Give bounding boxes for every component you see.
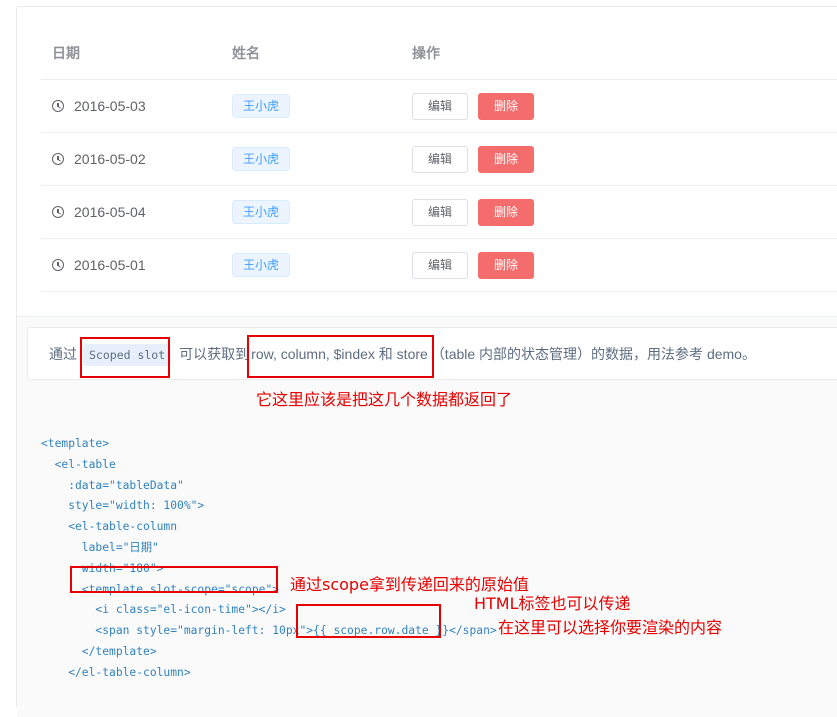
clock-icon	[52, 259, 64, 271]
code-line: <template>	[41, 437, 110, 450]
table-row: 2016-05-02 王小虎 编辑 删除	[41, 133, 837, 186]
description-middle: 可以获取到	[179, 346, 250, 362]
table-header: 日期 姓名 操作	[41, 27, 837, 80]
code-line: <el-table-column	[41, 520, 178, 534]
demo-source: 日期 姓名 操作 2016-05-03 王小虎 编辑 删除 2016-05-02 王小虎编…	[17, 7, 837, 316]
highlight-box-scope-row-date	[296, 604, 441, 638]
code-line: :data="tableData"	[41, 478, 184, 492]
column-header-name: 姓名	[232, 45, 260, 61]
data-table: 日期 姓名 操作 2016-05-03 王小虎 编辑 删除 2016-05-02 王小虎编…	[41, 27, 837, 292]
date-cell: 2016-05-04	[52, 186, 146, 238]
date-cell: 2016-05-03	[52, 80, 146, 132]
annotation-returned-data: 它这里应该是把这几个数据都返回了	[256, 390, 513, 409]
delete-button[interactable]: 删除	[478, 251, 534, 279]
highlight-box-scoped-slot	[80, 337, 170, 378]
code-line: label="日期"	[41, 540, 159, 554]
edit-button[interactable]: 编辑	[412, 92, 468, 120]
name-cell: 王小虎	[232, 186, 291, 238]
edit-button[interactable]: 编辑	[412, 145, 468, 173]
table-row: 2016-05-03 王小虎 编辑 删除	[41, 80, 837, 133]
actions-cell: 编辑 删除	[412, 186, 544, 238]
date-text: 2016-05-03	[74, 98, 146, 114]
annotation-html-tags: HTML标签也可以传递	[474, 594, 631, 613]
actions-cell: 编辑 删除	[412, 80, 544, 132]
code-line: <el-table	[41, 457, 116, 471]
code-line: </el-table-column>	[41, 665, 191, 679]
name-tag[interactable]: 王小虎	[232, 94, 291, 118]
delete-button[interactable]: 删除	[478, 92, 534, 120]
highlight-box-returned-data	[247, 335, 434, 378]
name-tag[interactable]: 王小虎	[232, 253, 291, 277]
annotation-render-choice: 在这里可以选择你要渲染的内容	[498, 618, 723, 637]
date-text: 2016-05-04	[74, 204, 146, 220]
name-tag[interactable]: 王小虎	[232, 147, 291, 171]
name-cell: 王小虎	[232, 80, 291, 132]
table-row: 2016-05-01 王小虎 编辑 删除	[41, 239, 837, 292]
date-text: 2016-05-02	[74, 151, 146, 167]
delete-button[interactable]: 删除	[478, 145, 534, 173]
date-text: 2016-05-01	[74, 257, 146, 273]
edit-button[interactable]: 编辑	[412, 251, 468, 279]
clock-icon	[52, 153, 64, 165]
name-tag[interactable]: 王小虎	[232, 200, 291, 224]
description-suffix: （table 内部的状态管理）的数据，用法参考 demo。	[430, 346, 756, 362]
edit-button[interactable]: 编辑	[412, 198, 468, 226]
clock-icon	[52, 100, 64, 112]
code-line: </template>	[41, 644, 157, 658]
date-cell: 2016-05-02	[52, 133, 146, 185]
delete-button[interactable]: 删除	[478, 198, 534, 226]
name-cell: 王小虎	[232, 133, 291, 185]
column-header-actions: 操作	[412, 45, 440, 61]
column-header-date: 日期	[52, 45, 80, 61]
name-cell: 王小虎	[232, 239, 291, 291]
table-row: 2016-05-04 王小虎 编辑 删除	[41, 186, 837, 239]
actions-cell: 编辑 删除	[412, 133, 544, 185]
clock-icon	[52, 206, 64, 218]
date-cell: 2016-05-01	[52, 239, 146, 291]
code-line: style="width: 100%">	[41, 499, 205, 513]
code-block: <template> <el-table :data="tableData" s…	[41, 434, 497, 684]
description-prefix: 通过	[49, 346, 77, 362]
highlight-box-slot-scope	[70, 566, 278, 593]
actions-cell: 编辑 删除	[412, 239, 544, 291]
